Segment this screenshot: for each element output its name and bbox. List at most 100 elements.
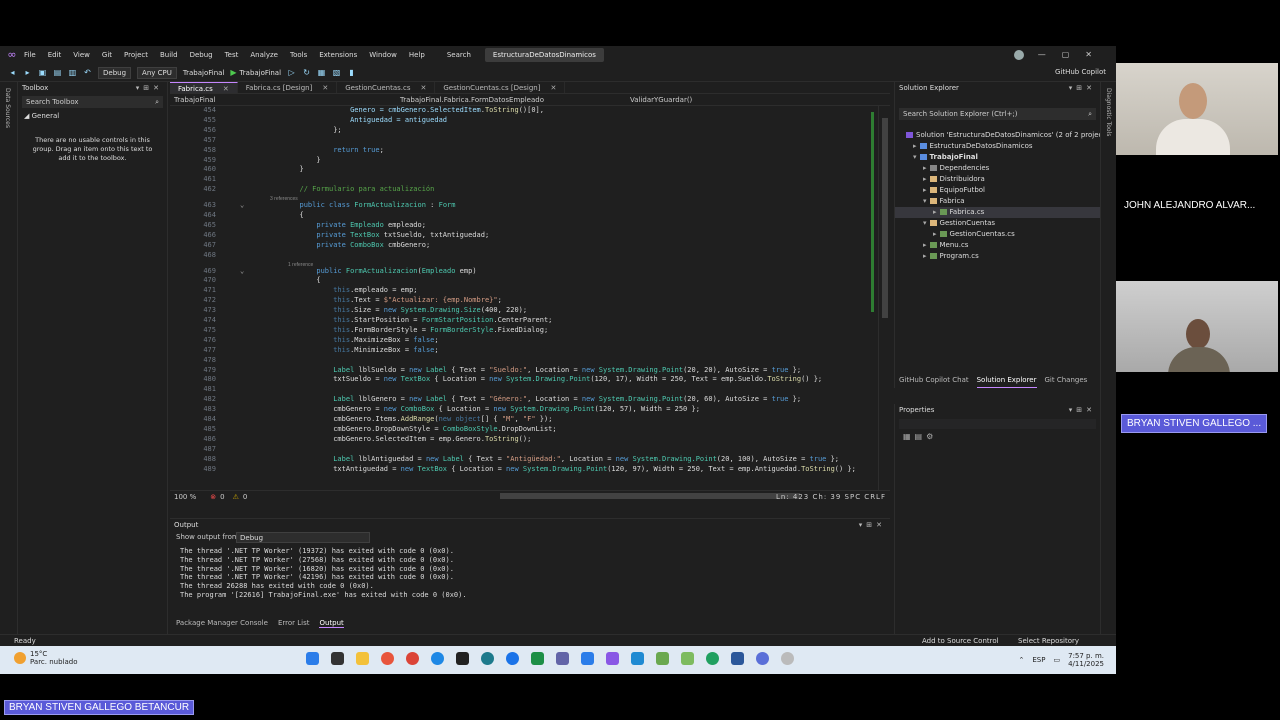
code-line[interactable]: 489 txtAntiguedad = new TextBox { Locati…	[170, 465, 890, 475]
code-line[interactable]: 454 Genero = cmbGenero.SelectedItem.ToSt…	[170, 106, 890, 116]
editor-tab[interactable]: Fabrica.cs ✕	[170, 82, 238, 93]
nav-project-dropdown[interactable]: TrabajoFinal	[170, 96, 400, 104]
app-icon-e[interactable]	[581, 652, 594, 665]
menu-item-edit[interactable]: Edit	[48, 51, 62, 59]
solution-tree-item[interactable]: ▾ Fabrica	[895, 196, 1101, 207]
new-item-icon[interactable]: ▣	[38, 68, 47, 77]
hot-reload-icon[interactable]: ↻	[302, 68, 311, 77]
menu-item-project[interactable]: Project	[124, 51, 148, 59]
expand-arrow-icon[interactable]: ▾	[923, 197, 927, 205]
edge-icon[interactable]	[431, 652, 444, 665]
app-icon-j[interactable]	[781, 652, 794, 665]
error-count[interactable]: 0	[220, 493, 224, 501]
toolbar-misc-icon[interactable]: ▦	[317, 68, 326, 77]
platform-select[interactable]: Any CPU	[137, 66, 177, 79]
solution-tree-item[interactable]: ▸ EstructuraDeDatosDinamicos	[895, 141, 1101, 152]
panel-buttons-icon[interactable]: ▾⊞✕	[1069, 84, 1096, 92]
menu-item-build[interactable]: Build	[160, 51, 178, 59]
code-line[interactable]: 487	[170, 445, 890, 455]
editor-tab[interactable]: Fabrica.cs [Design] ✕	[238, 82, 338, 93]
app-icon-h[interactable]	[706, 652, 719, 665]
code-line[interactable]: 469 ⌄ public FormActualizacion(Empleado e…	[170, 267, 890, 277]
panel-buttons-icon[interactable]: ▾⊞✕	[136, 84, 163, 92]
code-line[interactable]: 460 }	[170, 165, 890, 175]
editor-horizontal-scrollbar[interactable]	[500, 493, 800, 499]
code-line[interactable]: 474 this.StartPosition = FormStartPositi…	[170, 316, 890, 326]
properties-toolbar-icons[interactable]: ▦▤⚙	[903, 432, 1100, 441]
code-line[interactable]: 485 cmbGenero.DropDownStyle = ComboBoxSt…	[170, 425, 890, 435]
expand-arrow-icon[interactable]: ▾	[913, 153, 917, 161]
code-line[interactable]: 484 cmbGenero.Items.AddRange(new object[…	[170, 415, 890, 425]
close-tab-icon[interactable]: ✕	[322, 84, 328, 92]
code-area[interactable]: 454 Genero = cmbGenero.SelectedItem.ToSt…	[170, 106, 890, 490]
startup-project-select[interactable]: TrabajoFinal	[183, 69, 225, 77]
save-all-icon[interactable]: ▥	[68, 68, 77, 77]
app-icon-f[interactable]	[656, 652, 669, 665]
app-icon-d[interactable]	[506, 652, 519, 665]
right-panel-tab[interactable]: Git Changes	[1045, 376, 1088, 388]
code-line[interactable]: 471 this.empleado = emp;	[170, 286, 890, 296]
save-icon[interactable]: ▤	[53, 68, 62, 77]
word-icon[interactable]	[731, 652, 744, 665]
close-tab-icon[interactable]: ✕	[420, 84, 426, 92]
code-line[interactable]: 456 };	[170, 126, 890, 136]
nav-class-dropdown[interactable]: TrabajoFinal.Fabrica.FormDatosEmpleado	[400, 96, 630, 104]
zoom-level[interactable]: 100 %	[174, 493, 196, 501]
toolbox-group-general[interactable]: ◢ General	[18, 110, 167, 122]
toolbar-misc-icon-2[interactable]: ▧	[332, 68, 341, 77]
right-panel-tab[interactable]: Solution Explorer	[976, 376, 1037, 388]
code-line[interactable]: 482 Label lblGenero = new Label { Text =…	[170, 395, 890, 405]
expand-arrow-icon[interactable]: ▸	[913, 142, 917, 150]
solution-tree-item[interactable]: ▾ GestionCuentas	[895, 218, 1101, 229]
code-line[interactable]: 470 {	[170, 276, 890, 286]
language-indicator[interactable]: ESP	[1032, 656, 1045, 664]
app-icon-c[interactable]	[481, 652, 494, 665]
app-icon-a[interactable]	[381, 652, 394, 665]
clock[interactable]: 7:57 p. m. 4/11/2025	[1068, 652, 1104, 668]
chrome-icon[interactable]	[406, 652, 419, 665]
solution-tree-item[interactable]: ▾ TrabajoFinal	[895, 152, 1101, 163]
bottom-tab[interactable]: Error List	[278, 619, 310, 627]
start-debug-button[interactable]: TrabajoFinal	[240, 69, 282, 77]
start-debug-icon[interactable]: ▶	[230, 68, 236, 77]
bookmark-icon[interactable]: ▮	[347, 68, 356, 77]
solution-tree-item[interactable]: ▸ GestionCuentas.cs	[895, 229, 1101, 240]
solution-tree-item[interactable]: ▸ Dependencies	[895, 163, 1101, 174]
editor-tab[interactable]: GestionCuentas.cs [Design] ✕	[435, 82, 566, 93]
fold-toggle-icon[interactable]: ⌄	[240, 201, 244, 211]
teams-icon[interactable]	[556, 652, 569, 665]
menu-item-analyze[interactable]: Analyze	[250, 51, 278, 59]
code-line[interactable]: 483 cmbGenero = new ComboBox { Location …	[170, 405, 890, 415]
editor-vertical-scrollbar[interactable]	[878, 106, 890, 490]
right-panel-tab[interactable]: GitHub Copilot Chat	[899, 376, 969, 388]
vscode-icon[interactable]	[631, 652, 644, 665]
editor-tab[interactable]: GestionCuentas.cs ✕	[337, 82, 436, 93]
close-tab-icon[interactable]: ✕	[223, 85, 229, 93]
output-source-select[interactable]: Debug	[236, 532, 370, 543]
configuration-select[interactable]: Debug	[98, 66, 132, 79]
code-line[interactable]: 477 this.MinimizeBox = false;	[170, 346, 890, 356]
code-line[interactable]: 457	[170, 136, 890, 146]
code-line[interactable]: 468	[170, 251, 890, 261]
app-icon-b[interactable]	[456, 652, 469, 665]
solution-tree-item[interactable]: ▸ Menu.cs	[895, 240, 1101, 251]
properties-object-select[interactable]	[899, 419, 1096, 429]
expand-arrow-icon[interactable]: ▸	[923, 241, 927, 249]
bottom-tab[interactable]: Package Manager Console	[176, 619, 268, 627]
file-explorer-icon[interactable]	[356, 652, 369, 665]
panel-buttons-icon[interactable]: ▾⊞✕	[859, 521, 886, 529]
error-count-icon[interactable]: ⊗	[210, 493, 216, 501]
add-to-source-control-button[interactable]: Add to Source Control	[922, 637, 999, 645]
code-line[interactable]: 465 private Empleado empleado;	[170, 221, 890, 231]
menu-item-test[interactable]: Test	[225, 51, 239, 59]
code-line[interactable]: 479 Label lblSueldo = new Label { Text =…	[170, 366, 890, 376]
participant-video-1[interactable]	[1116, 63, 1278, 155]
expand-arrow-icon[interactable]: ▸	[923, 164, 927, 172]
excel-icon[interactable]	[531, 652, 544, 665]
toolbox-search-input[interactable]: Search Toolbox ⌕	[22, 96, 163, 108]
solution-tree-item[interactable]: Solution 'EstructuraDeDatosDinamicos' (2…	[895, 130, 1112, 141]
warning-count[interactable]: 0	[243, 493, 247, 501]
visual-studio-icon[interactable]	[606, 652, 619, 665]
data-sources-tab[interactable]: Data Sources	[4, 88, 11, 128]
code-line[interactable]: 472 this.Text = $"Actualizar: {emp.Nombr…	[170, 296, 890, 306]
